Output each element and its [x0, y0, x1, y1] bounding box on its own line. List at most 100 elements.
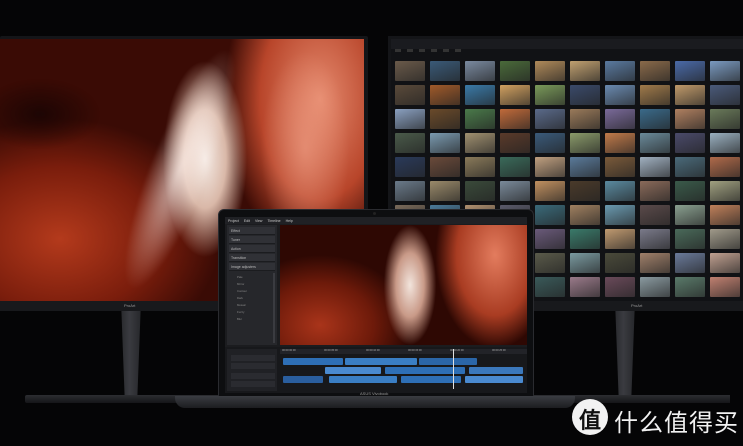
photo-thumbnail[interactable] [710, 181, 740, 201]
photo-thumbnail[interactable] [465, 109, 495, 129]
photo-thumbnail[interactable] [395, 109, 425, 129]
photo-thumbnail[interactable] [535, 133, 565, 153]
photo-thumbnail[interactable] [535, 157, 565, 177]
photo-thumbnail[interactable] [570, 253, 600, 273]
photo-thumbnail[interactable] [640, 205, 670, 225]
photo-thumbnail[interactable] [430, 181, 460, 201]
photo-thumbnail[interactable] [640, 229, 670, 249]
menu-view[interactable]: View [255, 219, 263, 223]
photo-thumbnail[interactable] [640, 61, 670, 81]
photo-thumbnail[interactable] [395, 133, 425, 153]
photo-thumbnail[interactable] [710, 61, 740, 81]
photo-thumbnail[interactable] [710, 85, 740, 105]
photo-thumbnail[interactable] [710, 157, 740, 177]
photo-thumbnail[interactable] [430, 157, 460, 177]
photo-thumbnail[interactable] [535, 229, 565, 249]
panel-button-tuner[interactable]: Tuner [229, 236, 275, 244]
photo-thumbnail[interactable] [605, 229, 635, 249]
photo-thumbnail[interactable] [430, 61, 460, 81]
effect-item-blur[interactable]: Blur [237, 317, 242, 321]
photo-thumbnail[interactable] [500, 85, 530, 105]
photo-thumbnail[interactable] [535, 205, 565, 225]
video-preview[interactable] [280, 225, 527, 345]
photo-thumbnail[interactable] [570, 205, 600, 225]
menu-edit[interactable]: Edit [244, 219, 250, 223]
photo-thumbnail[interactable] [675, 133, 705, 153]
photo-thumbnail[interactable] [605, 61, 635, 81]
effect-item-mosaic[interactable]: Mosaic [237, 303, 246, 307]
photo-thumbnail[interactable] [535, 277, 565, 297]
video-clip[interactable] [465, 376, 523, 383]
photo-thumbnail[interactable] [535, 109, 565, 129]
photo-thumbnail[interactable] [675, 109, 705, 129]
photo-thumbnail[interactable] [500, 61, 530, 81]
photo-thumbnail[interactable] [395, 61, 425, 81]
track-header[interactable] [231, 381, 275, 387]
photo-thumbnail[interactable] [535, 85, 565, 105]
video-clip[interactable] [329, 376, 397, 383]
panel-button-transition[interactable]: Transition [229, 254, 275, 262]
photo-thumbnail[interactable] [675, 253, 705, 273]
photo-thumbnail[interactable] [500, 109, 530, 129]
photo-thumbnail[interactable] [395, 157, 425, 177]
photo-thumbnail[interactable] [430, 133, 460, 153]
photo-thumbnail[interactable] [605, 205, 635, 225]
photo-thumbnail[interactable] [465, 181, 495, 201]
menu-timeline[interactable]: Timeline [267, 219, 280, 223]
effect-item-fuzzy[interactable]: Fuzzy [237, 310, 244, 314]
photo-thumbnail[interactable] [675, 277, 705, 297]
photo-thumbnail[interactable] [640, 133, 670, 153]
video-clip[interactable] [283, 358, 343, 365]
photo-thumbnail[interactable] [605, 157, 635, 177]
photo-thumbnail[interactable] [465, 61, 495, 81]
photo-thumbnail[interactable] [640, 277, 670, 297]
panel-button-image-adjusters[interactable]: Image adjusters [229, 263, 275, 271]
photo-thumbnail[interactable] [535, 253, 565, 273]
photo-thumbnail[interactable] [605, 181, 635, 201]
video-clip[interactable] [401, 376, 461, 383]
photo-thumbnail[interactable] [640, 109, 670, 129]
photo-thumbnail[interactable] [465, 133, 495, 153]
photo-thumbnail[interactable] [535, 181, 565, 201]
photo-thumbnail[interactable] [640, 85, 670, 105]
photo-thumbnail[interactable] [465, 157, 495, 177]
photo-thumbnail[interactable] [640, 181, 670, 201]
photo-thumbnail[interactable] [570, 85, 600, 105]
photo-thumbnail[interactable] [535, 61, 565, 81]
photo-thumbnail[interactable] [640, 253, 670, 273]
video-clip[interactable] [345, 358, 417, 365]
photo-thumbnail[interactable] [570, 109, 600, 129]
photo-thumbnail[interactable] [570, 61, 600, 81]
photo-thumbnail[interactable] [570, 229, 600, 249]
photo-thumbnail[interactable] [605, 85, 635, 105]
photo-thumbnail[interactable] [675, 85, 705, 105]
effect-item-dark[interactable]: Dark [237, 296, 243, 300]
video-clip[interactable] [325, 367, 381, 374]
photo-thumbnail[interactable] [395, 85, 425, 105]
panel-button-action[interactable]: Action [229, 245, 275, 253]
panel-scrollbar[interactable] [273, 273, 275, 343]
photo-thumbnail[interactable] [500, 133, 530, 153]
photo-thumbnail[interactable] [710, 133, 740, 153]
photo-thumbnail[interactable] [675, 181, 705, 201]
photo-thumbnail[interactable] [430, 109, 460, 129]
video-clip[interactable] [419, 358, 477, 365]
track-header[interactable] [231, 355, 275, 361]
photo-thumbnail[interactable] [675, 157, 705, 177]
photo-thumbnail[interactable] [465, 85, 495, 105]
photo-thumbnail[interactable] [710, 109, 740, 129]
video-clip[interactable] [283, 376, 323, 383]
menu-help[interactable]: Help [286, 219, 293, 223]
photo-thumbnail[interactable] [605, 133, 635, 153]
menu-project[interactable]: Project [228, 219, 239, 223]
photo-thumbnail[interactable] [710, 253, 740, 273]
photo-thumbnail[interactable] [430, 85, 460, 105]
track-header[interactable] [231, 363, 275, 369]
photo-thumbnail[interactable] [570, 157, 600, 177]
video-clip[interactable] [469, 367, 523, 374]
effect-item-contour[interactable]: Contour [237, 289, 247, 293]
photo-thumbnail[interactable] [500, 181, 530, 201]
photo-thumbnail[interactable] [710, 229, 740, 249]
photo-thumbnail[interactable] [605, 109, 635, 129]
photo-thumbnail[interactable] [640, 157, 670, 177]
